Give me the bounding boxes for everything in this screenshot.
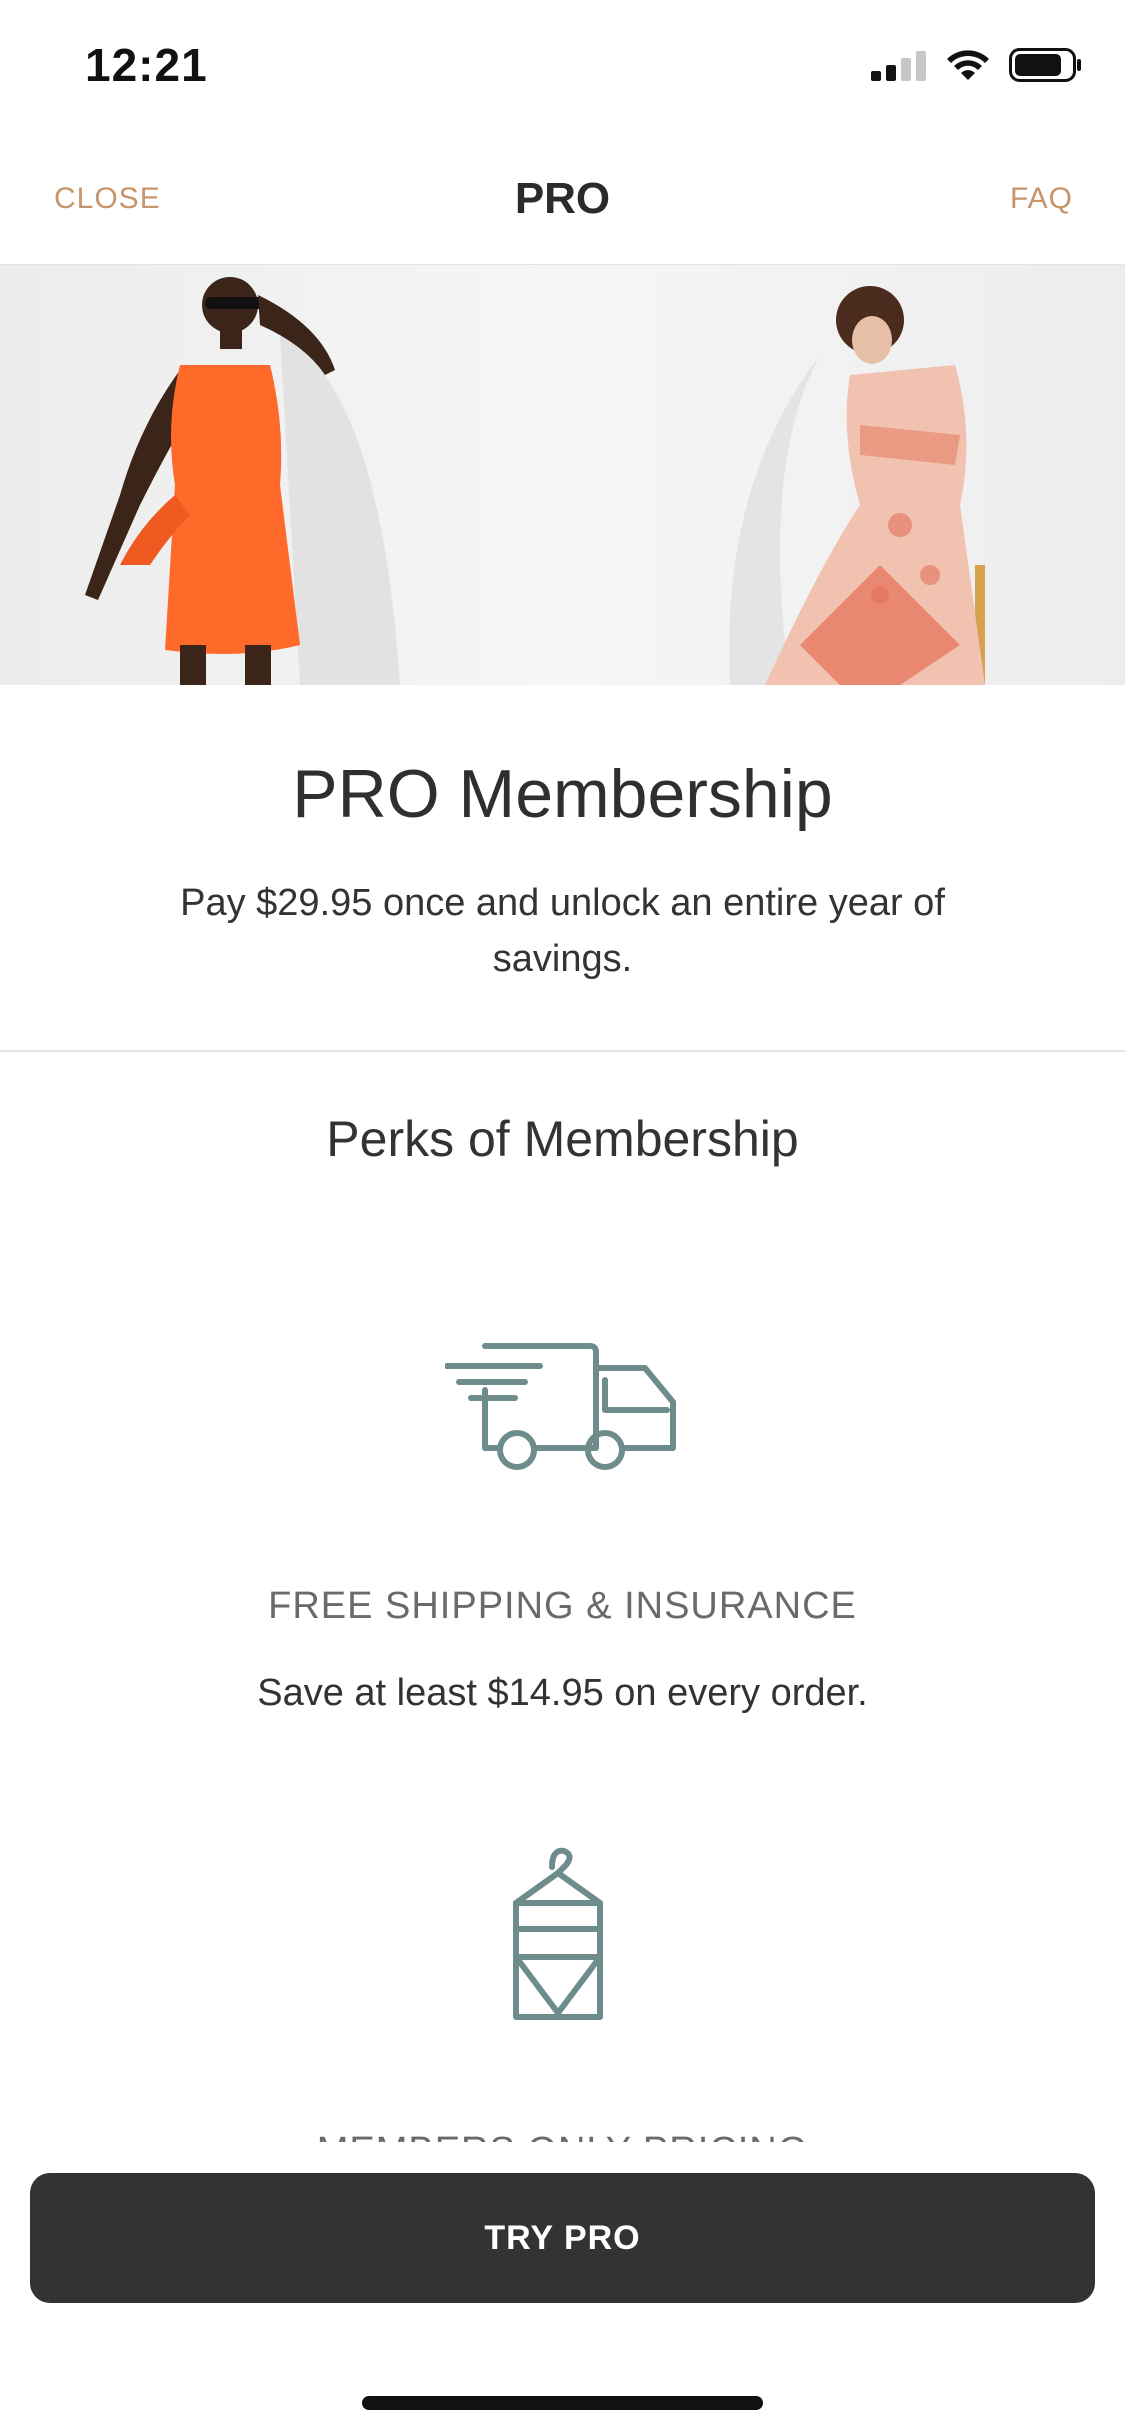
perk-heading-members: MEMBERS ONLY PRICING [0,2130,1125,2142]
nav-bar: CLOSE PRO FAQ [0,140,1125,266]
perks-title: Perks of Membership [326,1111,799,1167]
wifi-icon [947,50,989,80]
perk-description-shipping: Save at least $14.95 on every order. [257,1672,868,1714]
membership-intro: PRO Membership Pay $29.95 once and unloc… [0,685,1125,1052]
status-bar: 12:21 [0,0,1125,140]
membership-subtitle: Pay $29.95 once and unlock an entire yea… [180,882,945,980]
perk-heading-members-wrapper: MEMBERS ONLY PRICING [0,2120,1125,2142]
faq-link[interactable]: FAQ [1010,182,1073,216]
perk-heading-shipping: FREE SHIPPING & INSURANCE [268,1585,857,1627]
try-pro-button[interactable]: TRY PRO [30,2173,1095,2303]
page-title: PRO [514,174,611,223]
status-icons [871,48,1083,82]
membership-title: PRO Membership [292,756,833,832]
battery-icon [1009,48,1081,82]
garment-bag-icon [508,1845,608,2030]
status-time: 12:21 [85,39,208,91]
delivery-truck-icon [444,1340,681,1475]
home-indicator[interactable] [362,2396,763,2410]
cellular-signal-icon [871,51,926,81]
hero-image [0,265,1125,685]
